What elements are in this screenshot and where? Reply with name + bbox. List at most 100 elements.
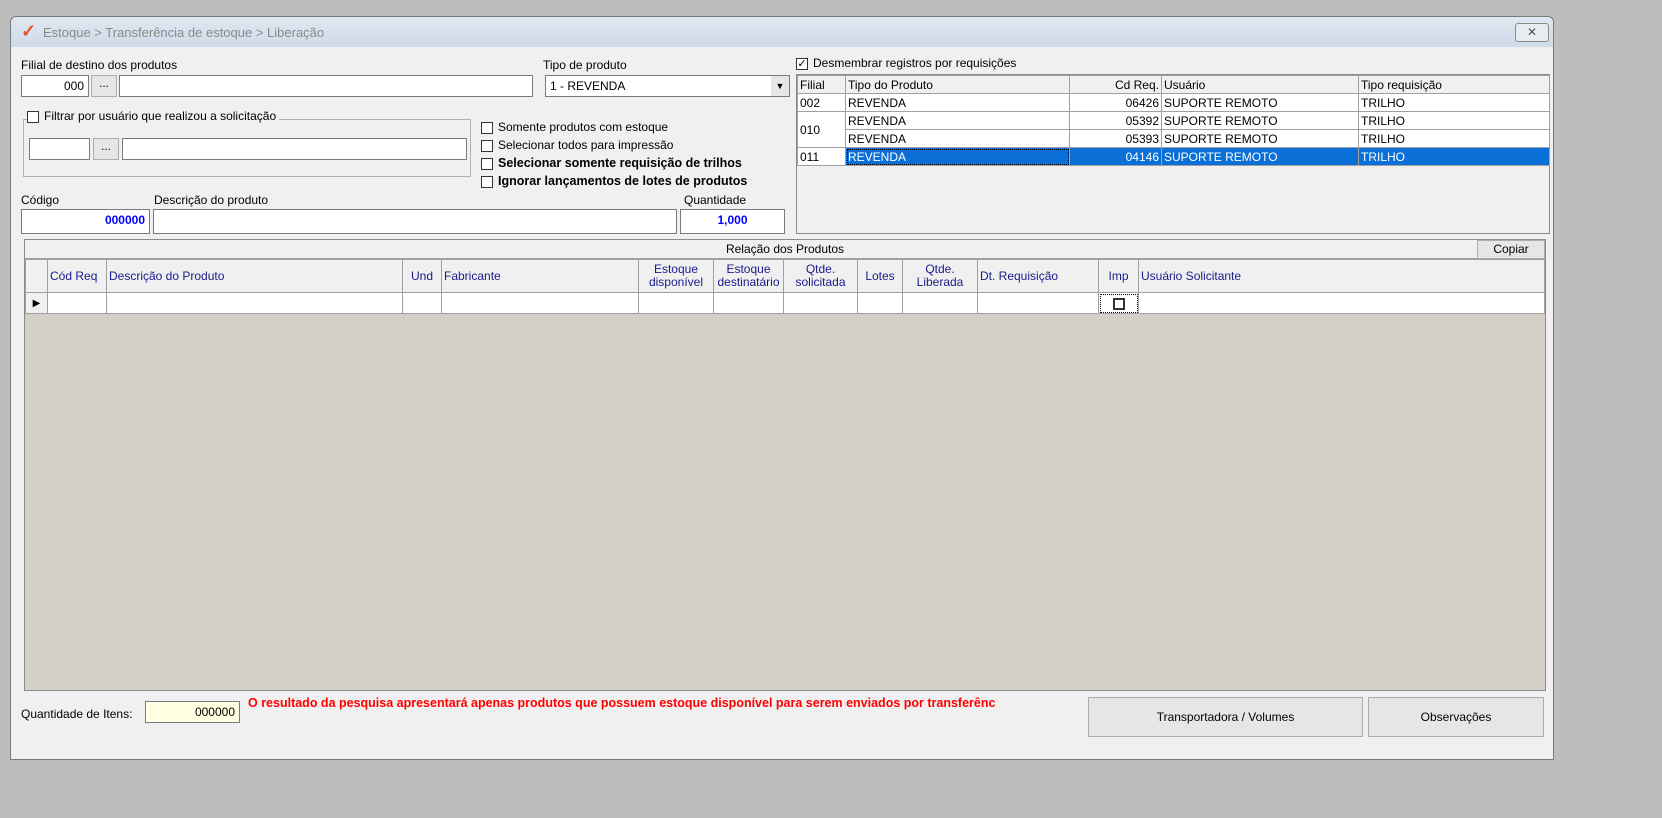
filial-code-input[interactable]: 000 <box>21 75 89 97</box>
cell-cd-req: 04146 <box>1069 147 1162 166</box>
cell-tipo-req: TRILHO <box>1358 129 1550 148</box>
cell[interactable] <box>902 292 978 314</box>
observacoes-button[interactable]: Observações <box>1368 697 1544 737</box>
filial-label: Filial de destino dos produtos <box>21 58 178 72</box>
checkbox-icon <box>481 175 493 188</box>
checkbox-icon <box>481 139 493 152</box>
checkbox-icon <box>1112 297 1125 310</box>
checkbox-icon <box>27 110 39 123</box>
cell-tipo: REVENDA <box>845 111 1070 130</box>
col-fabricante[interactable]: Fabricante <box>441 259 639 293</box>
cell-tipo: REVENDA <box>845 147 1070 166</box>
cell-tipo: REVENDA <box>845 93 1070 112</box>
cell-tipo-req: TRILHO <box>1358 93 1550 112</box>
tipo-produto-select[interactable]: 1 - REVENDA ▼ <box>545 75 790 97</box>
row-indicator-icon: ▶ <box>25 292 48 314</box>
table-row[interactable]: 002 REVENDA 06426 SUPORTE REMOTO TRILHO <box>797 93 1550 112</box>
cell-cd-req: 05392 <box>1069 111 1162 130</box>
window-title: Estoque > Transferência de estoque > Lib… <box>43 25 325 40</box>
cell[interactable] <box>783 292 858 314</box>
close-button[interactable]: ✕ <box>1515 23 1549 42</box>
col-indicator <box>25 259 48 293</box>
col-cd-req[interactable]: Cd Req. <box>1069 75 1162 94</box>
col-usuario-solicitante[interactable]: Usuário Solicitante <box>1138 259 1545 293</box>
descricao-input[interactable] <box>153 209 677 234</box>
codigo-label: Código <box>21 193 60 207</box>
filtrar-usuario-checkbox[interactable]: Filtrar por usuário que realizou a solic… <box>27 109 280 123</box>
cell[interactable] <box>713 292 784 314</box>
cell-cd-req: 06426 <box>1069 93 1162 112</box>
produtos-header-row: Cód Req Descrição do Produto Und Fabrica… <box>25 259 1545 293</box>
col-filial[interactable]: Filial <box>797 75 846 94</box>
col-qtde-liberada[interactable]: Qtde. Liberada <box>902 259 978 293</box>
desmembrar-label: Desmembrar registros por requisições <box>813 56 1017 70</box>
checkbox-icon <box>481 157 493 170</box>
usuario-name-input[interactable] <box>122 138 467 160</box>
cell[interactable] <box>47 292 107 314</box>
cell-filial: 002 <box>797 93 846 112</box>
option-selecionar-todos[interactable]: Selecionar todos para impressão <box>481 138 673 152</box>
cell-cd-req: 05393 <box>1069 129 1162 148</box>
cell-tipo-req: TRILHO <box>1358 147 1550 166</box>
cell-tipo: REVENDA <box>845 129 1070 148</box>
col-estoque-disponivel[interactable]: Estoque disponível <box>638 259 714 293</box>
copiar-button[interactable]: Copiar <box>1477 240 1545 259</box>
tipo-produto-value: 1 - REVENDA <box>550 79 626 93</box>
qtd-itens-label: Quantidade de Itens: <box>21 707 133 721</box>
usuario-code-input[interactable] <box>29 138 90 160</box>
cell-usuario: SUPORTE REMOTO <box>1161 147 1359 166</box>
codigo-input[interactable]: 000000 <box>21 209 150 234</box>
requisicoes-grid: Filial Tipo do Produto Cd Req. Usuário T… <box>796 74 1550 234</box>
col-imp[interactable]: Imp <box>1098 259 1139 293</box>
cell[interactable] <box>857 292 903 314</box>
option-label: Somente produtos com estoque <box>498 120 669 134</box>
desmembrar-checkbox[interactable]: ✓ Desmembrar registros por requisições <box>796 56 1016 70</box>
quantidade-input[interactable]: 1,000 <box>680 209 785 234</box>
table-row-selected[interactable]: 011 REVENDA 04146 SUPORTE REMOTO TRILHO <box>797 147 1550 166</box>
filial-browse-button[interactable]: ... <box>91 75 117 97</box>
table-row[interactable]: 010 REVENDA 05392 SUPORTE REMOTO TRILHO <box>797 111 1550 148</box>
checkbox-icon <box>481 121 493 134</box>
quantidade-label: Quantidade <box>684 193 747 207</box>
col-estoque-destinatario[interactable]: Estoque destinatário <box>713 259 784 293</box>
grid-header-row: Filial Tipo do Produto Cd Req. Usuário T… <box>797 75 1550 94</box>
col-descricao[interactable]: Descrição do Produto <box>106 259 403 293</box>
cell[interactable] <box>638 292 714 314</box>
cell-usuario: SUPORTE REMOTO <box>1161 93 1359 112</box>
col-usuario[interactable]: Usuário <box>1161 75 1359 94</box>
option-somente-trilhos[interactable]: Selecionar somente requisição de trilhos <box>481 156 742 170</box>
cell-filial: 011 <box>797 147 846 166</box>
option-label: Selecionar todos para impressão <box>498 138 674 152</box>
cell[interactable] <box>1138 292 1545 314</box>
cell[interactable] <box>106 292 403 314</box>
col-lotes[interactable]: Lotes <box>857 259 903 293</box>
descricao-label: Descrição do produto <box>154 193 269 207</box>
option-ignorar-lotes[interactable]: Ignorar lançamentos de lotes de produtos <box>481 174 747 188</box>
option-label: Ignorar lançamentos de lotes de produtos <box>498 174 748 188</box>
col-dt-requisicao[interactable]: Dt. Requisição <box>977 259 1099 293</box>
qtd-itens-input: 000000 <box>145 701 240 723</box>
cell[interactable] <box>441 292 639 314</box>
title-bar: ✓ Estoque > Transferência de estoque > L… <box>11 17 1553 47</box>
produtos-grid: Relação dos Produtos Copiar Cód Req Desc… <box>24 239 1546 691</box>
tipo-produto-label: Tipo de produto <box>543 58 627 72</box>
col-und[interactable]: Und <box>402 259 442 293</box>
table-row[interactable]: REVENDA 05393 SUPORTE REMOTO TRILHO <box>798 129 1550 148</box>
col-tipo-produto[interactable]: Tipo do Produto <box>845 75 1070 94</box>
app-logo-icon: ✓ <box>21 21 37 41</box>
cell[interactable] <box>402 292 442 314</box>
main-window: ✓ Estoque > Transferência de estoque > L… <box>10 16 1554 760</box>
cell-usuario: SUPORTE REMOTO <box>1161 111 1359 130</box>
imp-checkbox[interactable] <box>1098 292 1139 314</box>
cell-tipo-req: TRILHO <box>1358 111 1550 130</box>
col-tipo-requisicao[interactable]: Tipo requisição <box>1358 75 1550 94</box>
option-label: Selecionar somente requisição de trilhos <box>498 156 742 170</box>
option-somente-estoque[interactable]: Somente produtos com estoque <box>481 120 668 134</box>
cell[interactable] <box>977 292 1099 314</box>
col-cod-req[interactable]: Cód Req <box>47 259 107 293</box>
col-qtde-solicitada[interactable]: Qtde. solicitada <box>783 259 858 293</box>
table-row[interactable]: ▶ <box>25 292 1545 314</box>
filial-name-input[interactable] <box>119 75 533 97</box>
usuario-browse-button[interactable]: ... <box>93 138 119 160</box>
transportadora-volumes-button[interactable]: Transportadora / Volumes <box>1088 697 1363 737</box>
